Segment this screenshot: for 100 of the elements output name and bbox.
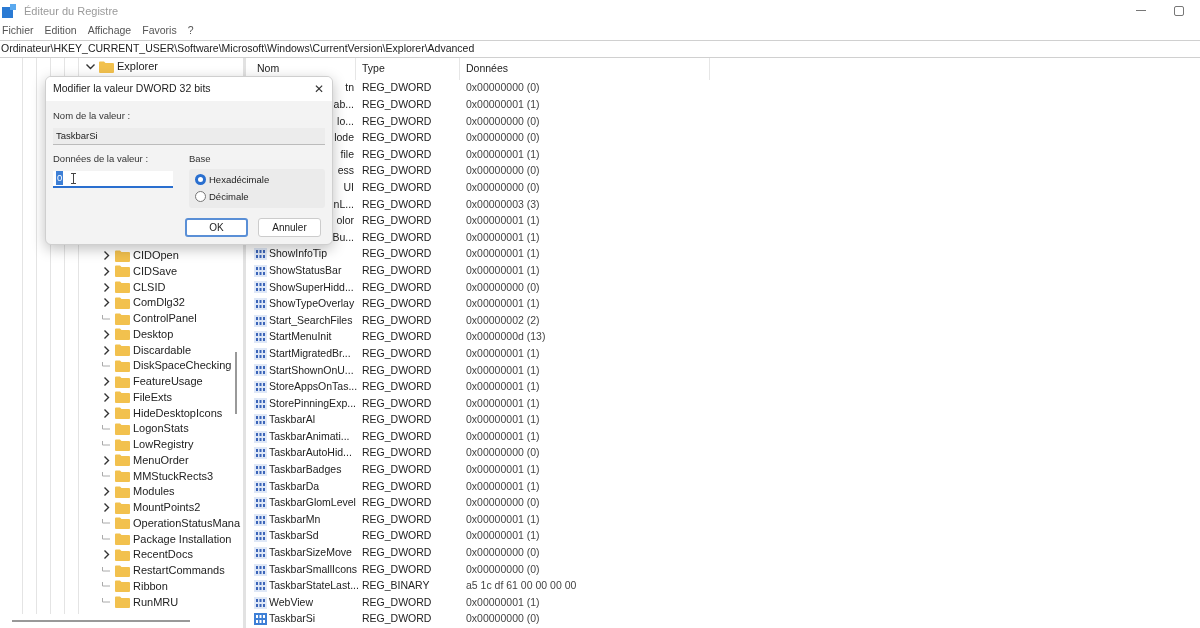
- tree-item[interactable]: Discardable: [133, 344, 192, 356]
- value-name[interactable]: StartShownOnU...: [269, 362, 354, 379]
- value-data: 0x00000000 (0): [466, 496, 540, 509]
- value-name[interactable]: StartMigratedBr...: [269, 345, 351, 362]
- tree-item[interactable]: Explorer: [117, 61, 158, 73]
- menu-item[interactable]: Edition: [44, 23, 77, 39]
- menu-item[interactable]: ?: [187, 23, 194, 39]
- value-name[interactable]: ess: [337, 163, 356, 180]
- tree-item[interactable]: FileExts: [133, 391, 173, 403]
- dialog-button[interactable]: OK: [185, 218, 248, 237]
- tree-item[interactable]: HideDesktopIcons: [133, 407, 223, 419]
- tree-item[interactable]: CIDOpen: [133, 250, 179, 262]
- binary-value-icon: [254, 497, 267, 510]
- dialog-button[interactable]: Annuler: [258, 218, 321, 237]
- tree-item[interactable]: MountPoints2: [133, 502, 201, 514]
- folder-icon: [115, 281, 130, 294]
- value-name[interactable]: TaskbarSi: [269, 611, 316, 628]
- column-header[interactable]: Données: [466, 61, 509, 77]
- menu-item[interactable]: Favoris: [142, 23, 177, 39]
- value-name[interactable]: TaskbarSizeMove: [269, 545, 352, 561]
- chevron-right-icon[interactable]: [101, 251, 111, 261]
- value-name[interactable]: TaskbarStateLast...: [269, 578, 359, 594]
- value-name[interactable]: ShowTypeOverlay: [269, 296, 355, 312]
- radio-label[interactable]: Décimale: [209, 189, 249, 204]
- radio-label[interactable]: Hexadécimale: [209, 172, 270, 187]
- tree-item[interactable]: OperationStatusMana: [133, 517, 240, 529]
- value-name[interactable]: lo...: [337, 113, 356, 130]
- tree-item[interactable]: Ribbon: [133, 580, 168, 592]
- value-type: REG_DWORD: [362, 230, 432, 243]
- column-header[interactable]: Nom: [257, 61, 280, 77]
- column-header[interactable]: Type: [362, 61, 385, 77]
- chevron-right-icon[interactable]: [101, 266, 111, 276]
- value-name[interactable]: StoreAppsOnTas...: [269, 379, 358, 395]
- chevron-right-icon[interactable]: [101, 345, 111, 355]
- chevron-right-icon[interactable]: [101, 503, 111, 513]
- value-type: REG_DWORD: [362, 363, 432, 376]
- value-name[interactable]: UI: [343, 180, 356, 196]
- chevron-right-icon[interactable]: [101, 298, 111, 308]
- chevron-right-icon[interactable]: [101, 282, 111, 292]
- minimize-icon[interactable]: [1136, 10, 1146, 12]
- tree-item[interactable]: LogonStats: [133, 423, 189, 435]
- value-name[interactable]: nL...: [333, 196, 356, 213]
- value-name[interactable]: StorePinningExp...: [269, 395, 356, 412]
- value-name[interactable]: olor: [336, 213, 356, 229]
- chevron-down-icon[interactable]: [85, 62, 95, 72]
- value-name[interactable]: TaskbarAutoHid...: [269, 445, 352, 462]
- tree-item[interactable]: Modules: [133, 486, 175, 498]
- tree-item[interactable]: Package Installation: [133, 533, 232, 545]
- tree-item[interactable]: FeatureUsage: [133, 376, 203, 388]
- value-name[interactable]: ab...: [333, 97, 356, 113]
- radio-button[interactable]: [195, 191, 206, 203]
- value-name[interactable]: Start_SearchFiles: [269, 312, 353, 329]
- chevron-right-icon[interactable]: [101, 408, 111, 418]
- value-data-field[interactable]: 0: [53, 170, 173, 188]
- tree-item[interactable]: MenuOrder: [133, 454, 189, 466]
- horizontal-scrollbar[interactable]: [12, 620, 190, 622]
- menu-item[interactable]: Affichage: [87, 23, 132, 39]
- tree-item[interactable]: LowRegistry: [133, 439, 194, 451]
- value-name[interactable]: ShowInfoTip: [269, 246, 327, 263]
- value-name[interactable]: TaskbarAl: [269, 412, 316, 429]
- tree-item[interactable]: ControlPanel: [133, 313, 197, 325]
- value-name[interactable]: TaskbarAnimati...: [269, 428, 350, 445]
- value-type: REG_DWORD: [362, 114, 432, 127]
- value-name[interactable]: TaskbarMn: [269, 511, 321, 528]
- value-data: 0x00000000 (0): [466, 81, 540, 94]
- menu-item[interactable]: Fichier: [2, 23, 34, 39]
- chevron-right-icon[interactable]: [101, 487, 111, 497]
- value-name[interactable]: ShowSuperHidd...: [269, 279, 354, 296]
- chevron-right-icon[interactable]: [101, 392, 111, 402]
- value-name[interactable]: TaskbarSd: [269, 528, 319, 545]
- value-name[interactable]: ShowStatusBar: [269, 262, 342, 279]
- tree-item[interactable]: CIDSave: [133, 265, 178, 277]
- value-name[interactable]: TaskbarBadges: [269, 462, 342, 478]
- tree-item[interactable]: Desktop: [133, 328, 174, 340]
- value-name[interactable]: WebView: [269, 594, 313, 611]
- address-path[interactable]: Ordinateur\HKEY_CURRENT_USER\Software\Microsoft\Windows\CurrentVersion\Explorer\Advanced: [1, 41, 475, 57]
- value-name[interactable]: lode: [334, 130, 356, 146]
- vertical-scrollbar[interactable]: [235, 352, 237, 414]
- radio-button[interactable]: [195, 174, 206, 186]
- maximize-icon[interactable]: [1174, 6, 1184, 16]
- tree-item[interactable]: RecentDocs: [133, 549, 193, 561]
- chevron-right-icon[interactable]: [101, 377, 111, 387]
- chevron-right-icon[interactable]: [101, 550, 111, 560]
- tree-item[interactable]: ComDlg32: [133, 297, 185, 309]
- chevron-right-icon[interactable]: [101, 455, 111, 465]
- close-button[interactable]: ✕: [314, 83, 324, 95]
- value-name[interactable]: tn: [345, 80, 356, 97]
- tree-item[interactable]: RunMRU: [133, 596, 179, 608]
- value-name[interactable]: file: [340, 146, 356, 163]
- value-name[interactable]: TaskbarSmallIcons: [269, 561, 358, 578]
- value-name[interactable]: TaskbarGlomLevel: [269, 495, 356, 511]
- value-name[interactable]: TaskbarDa: [269, 478, 320, 495]
- value-name-field[interactable]: TaskbarSi: [53, 128, 325, 146]
- tree-item[interactable]: DiskSpaceChecking: [133, 360, 232, 372]
- chevron-right-icon[interactable]: [101, 329, 111, 339]
- value-name[interactable]: Bu...: [332, 229, 356, 246]
- value-name[interactable]: StartMenuInit: [269, 329, 332, 346]
- tree-item[interactable]: RestartCommands: [133, 565, 225, 577]
- tree-item[interactable]: MMStuckRects3: [133, 470, 214, 482]
- tree-item[interactable]: CLSID: [133, 281, 166, 293]
